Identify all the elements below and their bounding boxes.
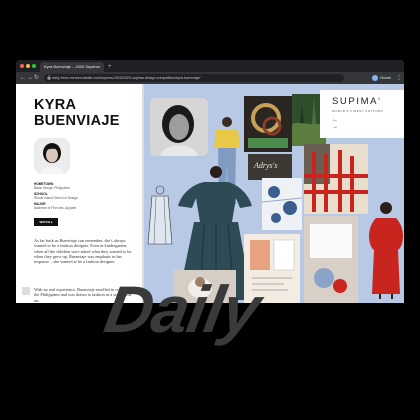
mood-board: Adrys's SUPIMA® WORLD'S FINEST COTTONS ←…	[144, 84, 404, 303]
fabric-detail-photo	[304, 216, 358, 303]
line-sketch	[146, 184, 174, 248]
hometown-value: Baton Rouge, Philippines	[34, 186, 70, 190]
reload-icon[interactable]: ↻	[34, 73, 39, 83]
minimize-window-button[interactable]	[26, 64, 30, 68]
share-icon[interactable]	[22, 287, 30, 295]
prev-arrow-icon[interactable]: ←	[332, 117, 338, 123]
script-swatch: Adrys's	[248, 154, 292, 180]
lock-icon	[47, 75, 51, 82]
bio-paragraph-1: As far back as Buenviaje can remember, s…	[34, 238, 132, 265]
daily-logo-text: Daily	[99, 272, 266, 346]
bw-portrait-photo	[150, 98, 208, 156]
supima-logo: SUPIMA®	[332, 96, 382, 107]
next-arrow-icon[interactable]: →	[332, 124, 338, 130]
brand-name: SUPIMA	[332, 96, 379, 107]
new-tab-button[interactable]: +	[108, 62, 112, 72]
address-bar-row: ← → ↻ daily-fresh-memes.fatdair.com/supi…	[16, 72, 404, 84]
school-value: Rhode Island School of Design	[34, 196, 78, 200]
profile-label[interactable]: Guest	[380, 74, 391, 82]
watch-button[interactable]: WATCH ▸	[34, 218, 58, 226]
designer-last-name: BUENVIAJE	[34, 113, 120, 129]
browser-window: Kyra Buenviaje – 2020 Supima × + ← → ↻ d…	[16, 60, 404, 303]
profile-avatar-icon[interactable]	[372, 75, 378, 81]
print-photo	[261, 178, 303, 230]
maximize-window-button[interactable]	[32, 64, 36, 68]
fabric-ring-photo	[244, 96, 292, 152]
tab-strip: Kyra Buenviaje – 2020 Supima × +	[16, 60, 404, 72]
figure-red-dress	[362, 200, 404, 300]
stripe-collage	[304, 144, 368, 214]
major-value: Bachelor of Fine Arts, Apparel	[34, 206, 77, 210]
menu-icon[interactable]: ⋮	[396, 73, 402, 83]
brand-tagline: WORLD'S FINEST COTTONS	[332, 109, 384, 113]
designer-portrait	[34, 138, 70, 174]
registered-mark: ®	[378, 96, 382, 101]
supima-brand-card: SUPIMA® WORLD'S FINEST COTTONS ← →	[320, 90, 404, 138]
daily-logo: Daily	[99, 272, 266, 346]
forward-icon[interactable]: →	[27, 73, 33, 83]
designer-panel: KYRA BUENVIAJE HOMETOWN Baton Rouge, Phi…	[16, 84, 142, 303]
designer-name: KYRA BUENVIAJE	[34, 97, 120, 129]
page-content: KYRA BUENVIAJE HOMETOWN Baton Rouge, Phi…	[16, 84, 404, 303]
tab-close-icon[interactable]: ×	[99, 62, 101, 72]
tab-title: Kyra Buenviaje – 2020 Supima	[44, 64, 99, 69]
back-icon[interactable]: ←	[20, 73, 26, 83]
tab-active[interactable]: Kyra Buenviaje – 2020 Supima ×	[40, 62, 104, 72]
designer-first-name: KYRA	[34, 97, 77, 113]
swatch-text: Adrys's	[254, 161, 278, 170]
close-window-button[interactable]	[20, 64, 24, 68]
url-input[interactable]: daily-fresh-memes.fatdair.com/supima-202…	[44, 74, 344, 82]
